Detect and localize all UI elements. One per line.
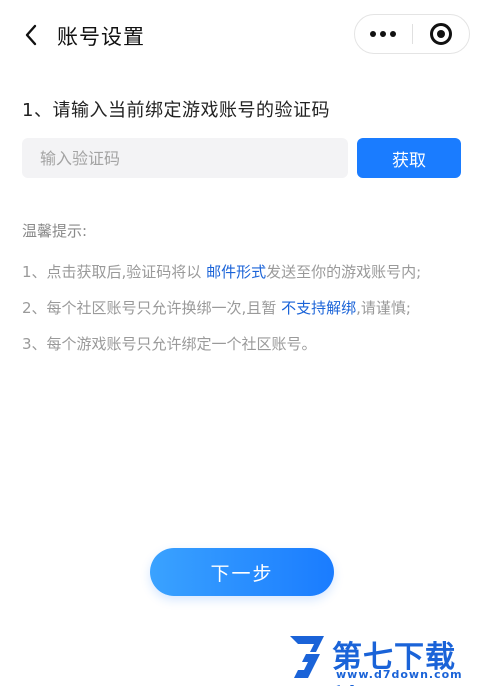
close-button[interactable] — [412, 15, 469, 53]
tip-item-2: 2、每个社区账号只允许换绑一次,且暂 不支持解绑,请谨慎; — [22, 299, 411, 317]
mini-program-close-icon — [429, 23, 452, 45]
watermark-url: www.d7down.com — [336, 668, 463, 681]
next-step-button[interactable]: 下一步 — [150, 548, 334, 596]
tips-title: 温馨提示: — [22, 222, 88, 240]
verification-code-input[interactable] — [22, 138, 348, 178]
step-title: 1、请输入当前绑定游戏账号的验证码 — [22, 100, 330, 121]
tip-item-3: 3、每个游戏账号只允许绑定一个社区账号。 — [22, 335, 317, 353]
nav-bar: 账号设置 — [0, 0, 480, 70]
more-button[interactable] — [355, 15, 412, 53]
account-settings-page: 账号设置 1、请输入当前绑定游戏账号的验证码 获取 温馨提示: 1、点击获取后,… — [0, 0, 480, 686]
tip-highlight: 不支持解绑 — [281, 299, 357, 317]
site-logo-icon — [290, 636, 324, 678]
get-code-button[interactable]: 获取 — [357, 138, 461, 178]
page-title: 账号设置 — [57, 25, 145, 49]
mini-program-capsule — [354, 14, 470, 54]
watermark: 第七下载站 www.d7down.com — [286, 630, 476, 686]
tip-item-1: 1、点击获取后,验证码将以 邮件形式发送至你的游戏账号内; — [22, 263, 422, 281]
chevron-left-icon — [25, 24, 37, 46]
tips-section: 温馨提示: 1、点击获取后,验证码将以 邮件形式发送至你的游戏账号内; 2、每个… — [22, 220, 462, 369]
back-button[interactable] — [16, 20, 46, 50]
more-dots-icon — [370, 31, 397, 37]
tip-highlight: 邮件形式 — [206, 263, 267, 281]
